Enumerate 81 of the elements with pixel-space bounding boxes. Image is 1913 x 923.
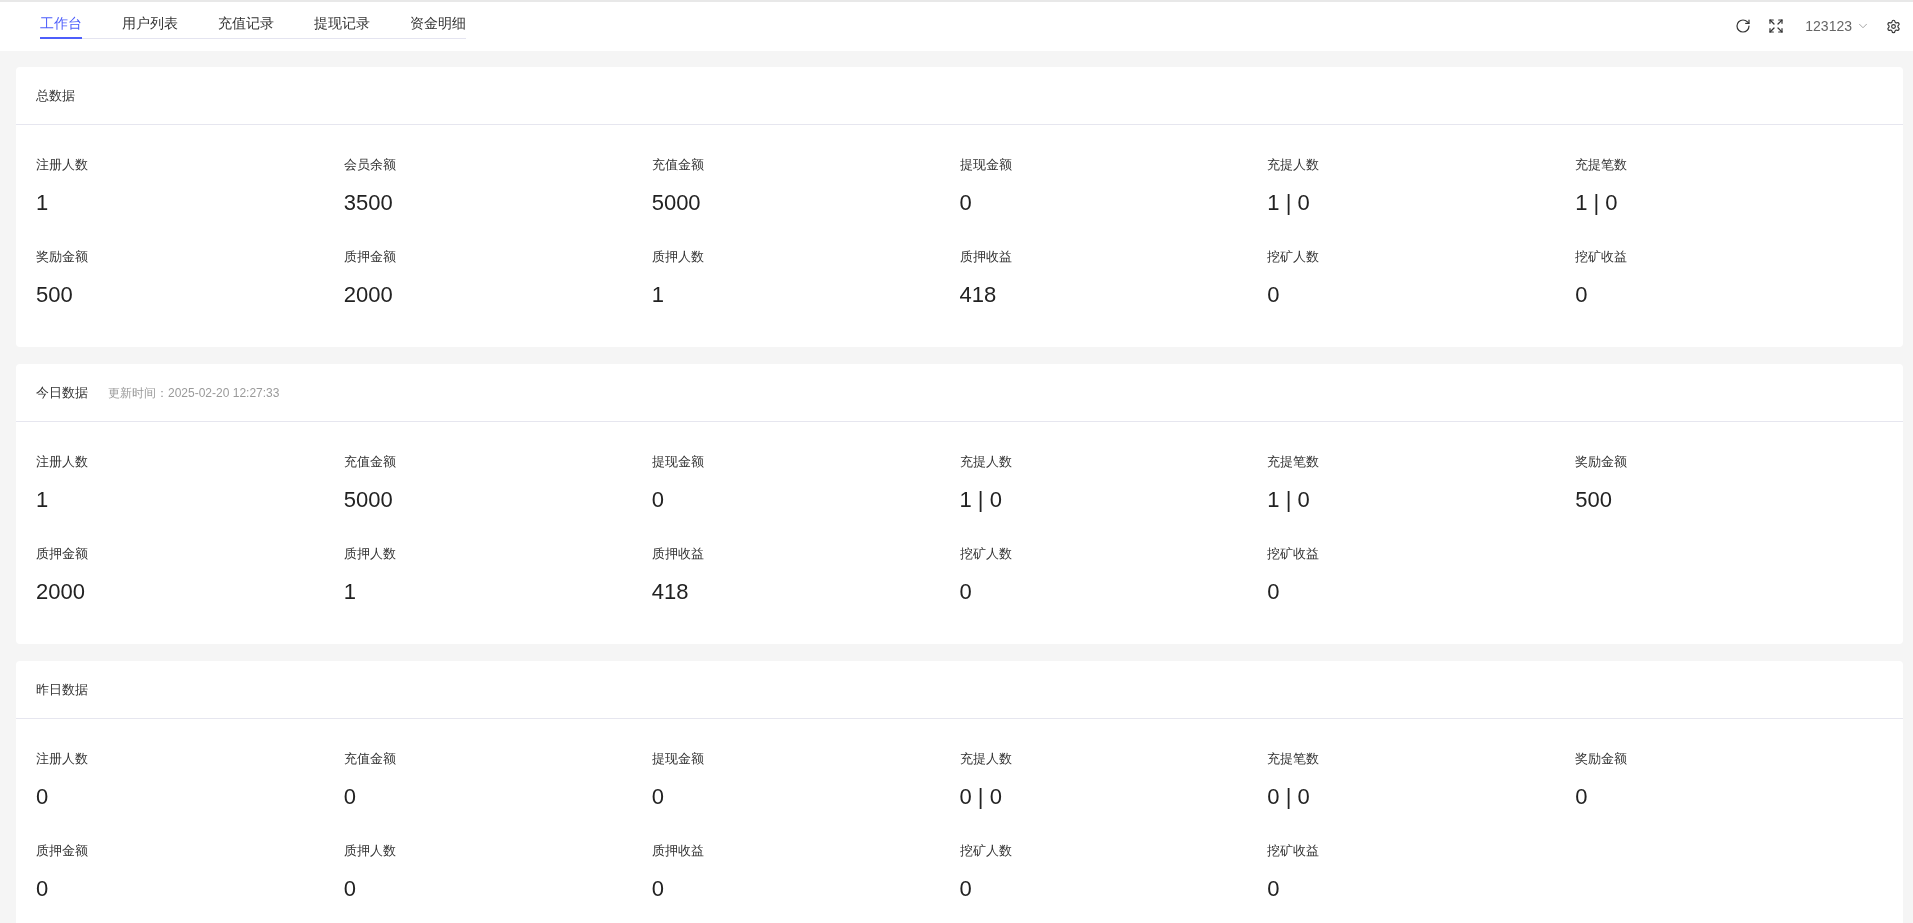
- stat-label: 奖励金额: [1575, 750, 1628, 768]
- stat-label: 质押金额: [36, 842, 88, 860]
- stat-label: 充值金额: [343, 750, 396, 768]
- stat-value: 500: [1575, 486, 1612, 514]
- stat-value: 0: [1267, 281, 1280, 309]
- stat-label: 质押人数: [343, 842, 396, 860]
- tab[interactable]: 提现记录: [314, 8, 370, 39]
- stat-value: 0: [1575, 783, 1588, 811]
- stat-value: 1: [36, 189, 49, 217]
- tab[interactable]: 充值记录: [218, 8, 274, 39]
- stat-label: 质押人数: [651, 248, 704, 266]
- stat-value: 1 | 0: [1267, 189, 1310, 217]
- user-dropdown[interactable]: 123123: [1805, 16, 1870, 36]
- update-time: 更新时间：2025-02-20 12:27:33: [108, 384, 280, 402]
- card-title: 昨日数据: [36, 680, 88, 699]
- stat-label: 注册人数: [36, 453, 88, 471]
- stat-value: 3500: [343, 189, 393, 217]
- stat-value: 0: [651, 875, 664, 903]
- stat-value: 1 | 0: [959, 486, 1002, 514]
- stat-label: 注册人数: [36, 156, 88, 174]
- stat-value: 1: [651, 281, 664, 309]
- stat-label: 质押收益: [651, 842, 704, 860]
- stat-label: 充提人数: [959, 453, 1012, 471]
- stat-value: 0 | 0: [959, 783, 1002, 811]
- stat-value: 0: [36, 783, 49, 811]
- stat-value: 0: [36, 875, 49, 903]
- stat-label: 质押人数: [343, 545, 396, 563]
- refresh-icon[interactable]: [1735, 18, 1752, 34]
- stat-value: 0: [959, 875, 972, 903]
- stat-value: 0 | 0: [1267, 783, 1310, 811]
- stat-label: 质押收益: [651, 545, 704, 563]
- stat-value: 0: [959, 189, 972, 217]
- stat-value: 0: [651, 783, 664, 811]
- tab[interactable]: 资金明细: [410, 8, 466, 39]
- stat-label: 挖矿人数: [1267, 248, 1320, 266]
- stat-value: 0: [343, 783, 357, 811]
- stat-label: 充值金额: [343, 453, 396, 471]
- stat-value: 2000: [36, 578, 85, 606]
- card-title: 今日数据: [36, 383, 88, 402]
- stat-value: 1: [343, 578, 357, 606]
- stat-label: 挖矿收益: [1267, 545, 1320, 563]
- stat-label: 充提人数: [1267, 156, 1320, 174]
- stat-value: 5000: [651, 189, 701, 217]
- stat-label: 挖矿人数: [959, 545, 1012, 563]
- stat-label: 充提人数: [959, 750, 1012, 768]
- stat-label: 质押金额: [343, 248, 396, 266]
- stat-label: 质押收益: [959, 248, 1012, 266]
- stat-value: 0: [343, 875, 357, 903]
- stat-label: 挖矿收益: [1575, 248, 1628, 266]
- tab[interactable]: 用户列表: [122, 8, 178, 39]
- stat-value: 0: [959, 578, 972, 606]
- stat-label: 奖励金额: [1575, 453, 1628, 471]
- stat-value: 0: [1267, 578, 1280, 606]
- stat-label: 提现金额: [651, 453, 704, 471]
- stat-label: 注册人数: [36, 750, 88, 768]
- stat-value: 0: [1267, 875, 1280, 903]
- stat-label: 充提笔数: [1267, 750, 1320, 768]
- stat-value: 418: [651, 578, 689, 606]
- stat-label: 会员余额: [343, 156, 396, 174]
- settings-icon[interactable]: [1886, 18, 1901, 34]
- stat-value: 2000: [343, 281, 393, 309]
- card-title: 总数据: [36, 86, 75, 105]
- tab[interactable]: 工作台: [40, 8, 82, 39]
- stat-label: 充提笔数: [1575, 156, 1628, 174]
- stat-label: 充提笔数: [1267, 453, 1320, 471]
- stat-label: 充值金额: [651, 156, 704, 174]
- stat-value: 1 | 0: [1575, 189, 1618, 217]
- stat-value: 1: [36, 486, 49, 514]
- fullscreen-icon[interactable]: [1768, 18, 1785, 34]
- stat-label: 提现金额: [651, 750, 704, 768]
- stat-value: 1 | 0: [1267, 486, 1310, 514]
- stat-label: 挖矿收益: [1267, 842, 1320, 860]
- stat-label: 质押金额: [36, 545, 88, 563]
- stat-value: 418: [959, 281, 997, 309]
- stat-value: 500: [36, 281, 73, 309]
- stat-label: 奖励金额: [36, 248, 88, 266]
- stat-label: 挖矿人数: [959, 842, 1012, 860]
- stat-value: 0: [651, 486, 664, 514]
- stat-label: 提现金额: [959, 156, 1012, 174]
- stat-value: 5000: [343, 486, 393, 514]
- stat-value: 0: [1575, 281, 1588, 309]
